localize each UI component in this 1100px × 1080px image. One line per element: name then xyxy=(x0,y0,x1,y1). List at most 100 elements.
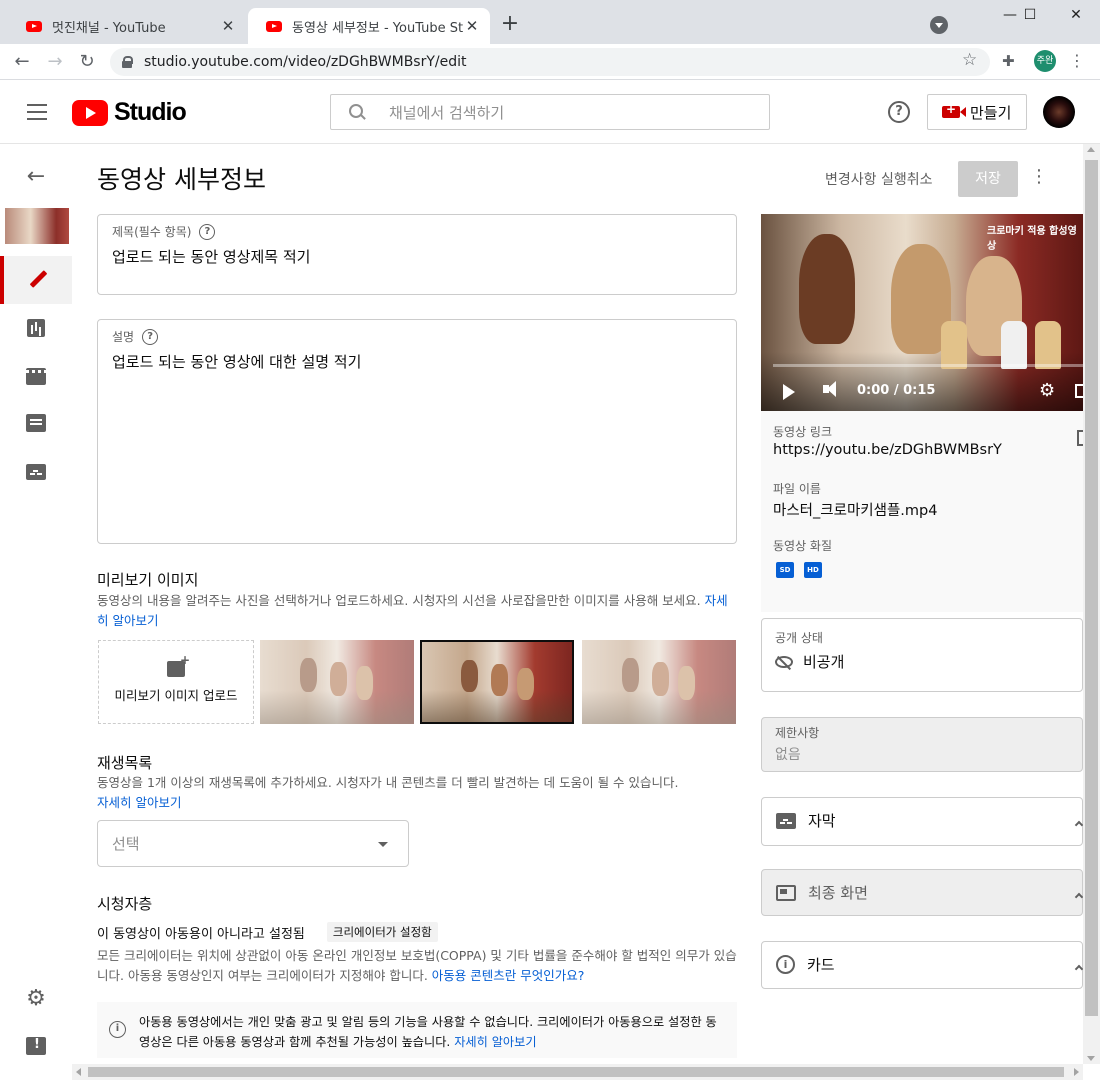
help-question-icon[interactable]: ? xyxy=(142,328,159,345)
pencil-icon xyxy=(29,271,47,289)
bookmark-star-icon[interactable]: ☆ xyxy=(962,50,977,70)
video-link[interactable]: https://youtu.be/zDGhBWMBsrY xyxy=(773,442,1002,458)
more-options-icon[interactable]: ⋮ xyxy=(1030,166,1048,187)
url-input[interactable]: studio.youtube.com/video/zDGhBWMBsrY/edi… xyxy=(110,48,990,76)
playlist-description-text: 동영상을 1개 이상의 재생목록에 추가하세요. 시청자가 내 콘텐츠를 더 빨… xyxy=(97,775,679,790)
gear-icon: ⚙ xyxy=(26,985,46,1011)
coppa-link[interactable]: 아동용 콘텐츠란 무엇인가요? xyxy=(432,968,585,983)
channel-search-input[interactable]: 채널에서 검색하기 xyxy=(330,94,770,130)
close-window-button[interactable]: ✕ xyxy=(1056,4,1096,26)
nav-editor[interactable] xyxy=(0,352,72,400)
nav-settings[interactable]: ⚙ xyxy=(0,974,72,1022)
scroll-down-arrow-icon[interactable] xyxy=(1087,1056,1095,1061)
volume-icon[interactable] xyxy=(823,381,836,397)
restrictions-label: 제한사항 xyxy=(775,726,820,740)
create-button[interactable]: 만들기 xyxy=(927,94,1027,130)
vertical-scroll-thumb[interactable] xyxy=(1085,160,1098,1016)
thumbnail-option-1[interactable] xyxy=(260,640,414,724)
filename-label: 파일 이름 xyxy=(773,482,821,496)
hd-quality-badge: HD xyxy=(804,562,822,578)
scroll-up-arrow-icon[interactable] xyxy=(1087,147,1095,152)
playlist-learn-more-link[interactable]: 자세히 알아보기 xyxy=(97,795,181,810)
browser-menu-icon[interactable]: ⋮ xyxy=(1068,50,1086,72)
sd-quality-badge: SD xyxy=(776,562,794,578)
channel-avatar[interactable] xyxy=(1043,96,1075,128)
tab-search-icon[interactable] xyxy=(930,16,948,34)
undo-changes-button[interactable]: 변경사항 실행취소 xyxy=(825,169,933,189)
nav-subtitles[interactable] xyxy=(0,448,72,496)
extensions-puzzle-icon[interactable]: ✚ xyxy=(1002,52,1015,70)
nav-details[interactable] xyxy=(0,256,72,304)
youtube-logo-icon xyxy=(72,99,108,126)
chevron-up-icon xyxy=(1074,820,1084,830)
cards-accordion[interactable]: i 카드 xyxy=(761,941,1084,989)
visibility-value-row: 비공개 xyxy=(775,651,844,672)
create-label: 만들기 xyxy=(970,103,1012,122)
nav-comments[interactable] xyxy=(0,399,72,447)
browser-tab-channel[interactable]: 멋진채널 - YouTube ✕ xyxy=(8,8,246,44)
tab-title: 동영상 세부정보 - YouTube Studio xyxy=(292,20,464,36)
scroll-right-arrow-icon[interactable] xyxy=(1074,1068,1079,1076)
made-for-kids-info-box: i 아동용 동영상에서는 개인 맞춤 광고 및 알림 등의 기능을 사용할 수 … xyxy=(97,1002,737,1058)
title-field[interactable]: 제목(필수 항목) ? 업로드 되는 동안 영상제목 적기 xyxy=(97,214,737,295)
description-value[interactable]: 업로드 되는 동안 영상에 대한 설명 적기 xyxy=(112,351,722,372)
analytics-icon xyxy=(27,319,45,337)
video-thumbnail[interactable] xyxy=(5,208,69,244)
new-tab-button[interactable]: + xyxy=(498,12,522,36)
horizontal-scroll-thumb[interactable] xyxy=(88,1067,1064,1077)
studio-logo[interactable]: Studio xyxy=(72,98,187,127)
nav-feedback[interactable] xyxy=(0,1022,72,1070)
description-field-label: 설명 ? xyxy=(112,328,722,345)
thumbnail-option-3[interactable] xyxy=(582,640,736,724)
description-field[interactable]: 설명 ? 업로드 되는 동안 영상에 대한 설명 적기 xyxy=(97,319,737,544)
description-label-text: 설명 xyxy=(112,330,135,344)
subtitles-label: 자막 xyxy=(808,812,836,830)
video-watermark: 크로마키 적용 합성영상 xyxy=(987,226,1077,252)
help-icon[interactable]: ? xyxy=(888,101,910,123)
upload-thumbnail-button[interactable]: 미리보기 이미지 업로드 xyxy=(98,640,254,724)
info-learn-more-link[interactable]: 자세히 알아보기 xyxy=(454,1035,536,1049)
vertical-scrollbar[interactable] xyxy=(1083,144,1100,1064)
end-screen-label: 최종 화면 xyxy=(808,884,868,902)
back-to-content-button[interactable]: ← xyxy=(0,152,72,200)
reload-button[interactable]: ↻ xyxy=(75,50,99,74)
youtube-studio-favicon-icon xyxy=(266,20,282,32)
maximize-button[interactable]: ☐ xyxy=(1010,4,1050,26)
forward-button[interactable]: → xyxy=(43,50,67,74)
save-button[interactable]: 저장 xyxy=(958,161,1018,197)
youtube-favicon-icon xyxy=(26,20,42,32)
info-icon: i xyxy=(109,1021,126,1038)
thumbnail-option-2-selected[interactable] xyxy=(420,640,574,724)
subtitles-accordion[interactable]: 자막 xyxy=(761,797,1084,846)
subtitles-icon xyxy=(26,464,46,480)
feedback-icon xyxy=(26,1037,46,1055)
tab-close-icon[interactable]: ✕ xyxy=(220,17,236,35)
browser-profile-avatar[interactable]: 주완 xyxy=(1034,50,1056,72)
video-frame-toy xyxy=(1035,321,1061,369)
filename-value: 마스터_크로마키샘플.mp4 xyxy=(773,503,938,519)
scroll-left-arrow-icon[interactable] xyxy=(76,1068,81,1076)
video-camera-add-icon xyxy=(942,102,966,118)
hamburger-menu-icon[interactable] xyxy=(27,104,47,120)
tab-close-icon[interactable]: ✕ xyxy=(464,17,480,35)
play-icon[interactable] xyxy=(783,384,795,400)
restrictions-value: 없음 xyxy=(775,747,801,763)
lock-icon xyxy=(122,56,133,68)
video-settings-gear-icon[interactable]: ⚙ xyxy=(1039,380,1055,401)
horizontal-scrollbar[interactable] xyxy=(72,1064,1083,1080)
back-button[interactable]: ← xyxy=(10,50,34,74)
video-player[interactable]: 크로마키 적용 합성영상 0:00 / 0:15 ⚙ xyxy=(761,214,1083,411)
visibility-card[interactable]: 공개 상태 비공개 xyxy=(761,618,1083,692)
help-question-icon[interactable]: ? xyxy=(199,223,216,240)
video-link-label: 동영상 링크 xyxy=(773,425,833,439)
browser-tab-studio[interactable]: 동영상 세부정보 - YouTube Studio ✕ xyxy=(248,8,490,44)
nav-analytics[interactable] xyxy=(0,304,72,352)
playlist-select[interactable]: 선택 xyxy=(97,820,409,867)
page-title: 동영상 세부정보 xyxy=(97,165,266,194)
title-field-label: 제목(필수 항목) ? xyxy=(112,223,722,240)
fullscreen-icon[interactable] xyxy=(1075,384,1083,398)
video-progress-bar[interactable] xyxy=(773,364,1083,367)
playlist-heading: 재생목록 xyxy=(97,754,153,772)
title-value[interactable]: 업로드 되는 동안 영상제목 적기 xyxy=(112,246,722,267)
info-text: 아동용 동영상에서는 개인 맞춤 광고 및 알림 등의 기능을 사용할 수 없습… xyxy=(139,1015,717,1049)
